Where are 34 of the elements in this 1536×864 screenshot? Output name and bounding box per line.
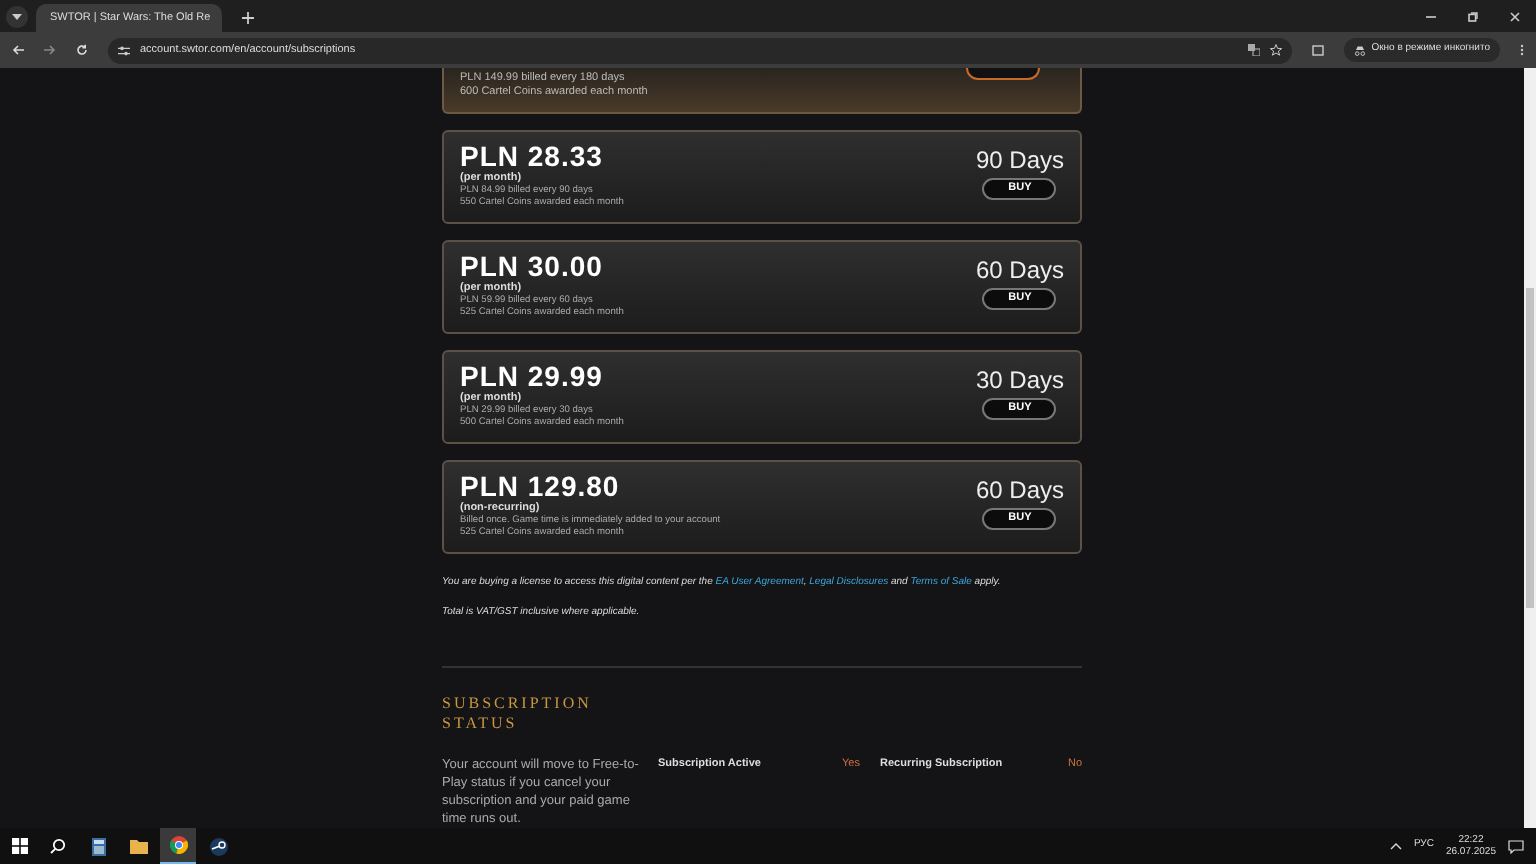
buy-button[interactable]	[966, 68, 1040, 80]
back-arrow-icon[interactable]	[12, 44, 24, 56]
chrome-icon	[169, 836, 187, 854]
extensions-icon[interactable]	[1311, 44, 1324, 56]
search-icon	[50, 838, 66, 854]
price-text: PLN 30.00	[460, 252, 605, 282]
section-heading: SUBSCRIPTION STATUS	[442, 694, 594, 734]
windows-logo-icon[interactable]	[12, 838, 28, 854]
site-settings-icon[interactable]	[118, 45, 130, 55]
calculator-icon	[91, 837, 105, 855]
duration-text: 60 Days	[975, 258, 1064, 284]
price-text: PLN 29.99	[460, 362, 605, 392]
folder-icon	[129, 839, 147, 853]
duration-text: 60 Days	[975, 478, 1064, 504]
forward-arrow-icon[interactable]	[44, 44, 56, 56]
price-text: PLN 28.33	[460, 142, 605, 172]
duration-text: 30 Days	[975, 368, 1064, 394]
translate-icon[interactable]	[1247, 44, 1260, 56]
duration-text: 90 Days	[975, 148, 1064, 174]
minimize-icon[interactable]	[1426, 12, 1436, 22]
close-icon[interactable]	[1510, 12, 1520, 22]
tab-list-button[interactable]	[6, 6, 28, 28]
chevron-down-icon	[12, 14, 22, 20]
notification-icon[interactable]	[1508, 839, 1524, 853]
incognito-icon	[1353, 45, 1366, 55]
taskbar-button[interactable]	[160, 828, 196, 864]
chevron-up-icon[interactable]	[1389, 842, 1402, 850]
steam-icon	[209, 837, 227, 855]
star-icon[interactable]	[1269, 44, 1282, 56]
scrollbar[interactable]	[1524, 68, 1536, 828]
restore-icon[interactable]	[1468, 12, 1478, 22]
price-text: PLN 129.80	[460, 472, 622, 502]
new-tab-icon[interactable]	[242, 12, 254, 24]
reload-icon[interactable]	[76, 44, 88, 56]
